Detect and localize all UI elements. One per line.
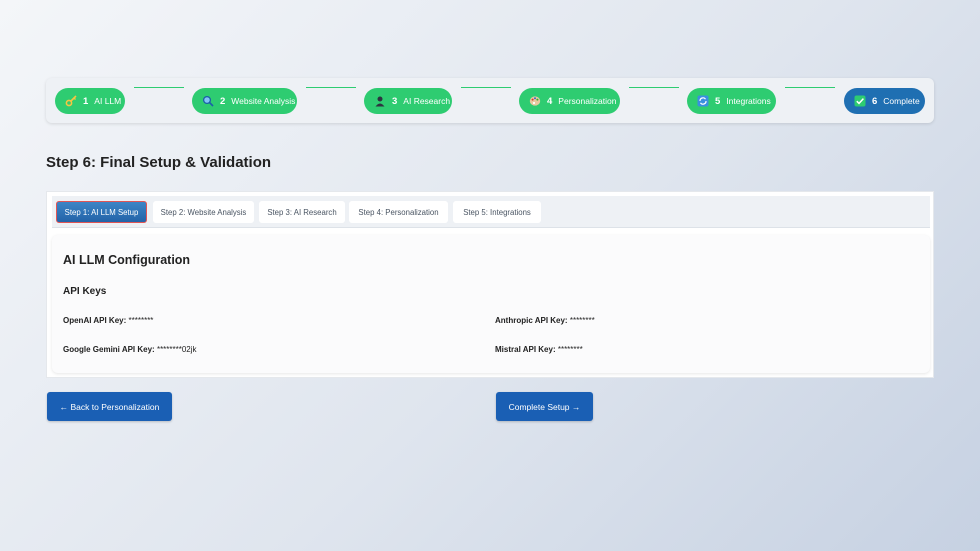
config-card: AI LLM Configuration API Keys OpenAI API…	[52, 235, 930, 373]
anthropic-key-row: Anthropic API Key: ********	[495, 316, 595, 325]
step-connector	[461, 87, 511, 88]
step-label: Website Analysis	[231, 96, 296, 106]
tab-website-analysis[interactable]: Step 2: Website Analysis	[153, 201, 254, 223]
back-to-personalization-button[interactable]: ← Back to Personalization	[47, 392, 172, 421]
step-connector	[134, 87, 184, 88]
step-number: 5	[715, 95, 721, 107]
step-connector	[629, 87, 679, 88]
anthropic-key-label: Anthropic API Key:	[495, 316, 568, 325]
api-keys-heading: API Keys	[63, 286, 107, 297]
step-label: AI LLM	[94, 96, 122, 106]
step-ai-research[interactable]: 3 AI Research	[364, 88, 452, 114]
tab-bar: Step 1: AI LLM Setup Step 2: Website Ana…	[52, 196, 930, 228]
step-label: AI Research	[403, 96, 451, 106]
tab-personalization[interactable]: Step 4: Personalization	[349, 201, 448, 223]
person-icon	[374, 95, 386, 107]
step-label: Complete	[883, 96, 920, 106]
step-number: 6	[872, 95, 878, 107]
gemini-key-value: ********02jk	[156, 345, 197, 354]
step-number: 4	[547, 95, 553, 107]
mistral-key-row: Mistral API Key: ********	[495, 345, 583, 354]
mistral-key-label: Mistral API Key:	[495, 345, 556, 354]
tab-ai-research[interactable]: Step 3: AI Research	[259, 201, 345, 223]
step-personalization[interactable]: 4 Personalization	[519, 88, 620, 114]
gemini-key-row: Google Gemini API Key: ********02jk	[63, 345, 197, 354]
openai-key-label: OpenAI API Key:	[63, 316, 127, 325]
magnifier-icon	[202, 95, 214, 107]
step-connector	[306, 87, 356, 88]
anthropic-key-value: ********	[569, 316, 595, 325]
tab-panel: Step 1: AI LLM Setup Step 2: Website Ana…	[46, 191, 934, 378]
checkmark-icon	[854, 95, 866, 107]
key-icon	[65, 95, 77, 107]
progress-stepper: 1 AI LLM 2 Website Analysis 3 AI Researc…	[46, 78, 934, 123]
step-website-analysis[interactable]: 2 Website Analysis	[192, 88, 297, 114]
step-label: Integrations	[726, 96, 771, 106]
mistral-key-value: ********	[557, 345, 583, 354]
tab-integrations[interactable]: Step 5: Integrations	[453, 201, 541, 223]
step-number: 3	[392, 95, 398, 107]
sync-icon	[697, 95, 709, 107]
step-complete[interactable]: 6 Complete	[844, 88, 925, 114]
gemini-key-label: Google Gemini API Key:	[63, 345, 155, 354]
step-number: 1	[83, 95, 89, 107]
step-number: 2	[220, 95, 226, 107]
step-ai-llm[interactable]: 1 AI LLM	[55, 88, 125, 114]
config-title: AI LLM Configuration	[63, 253, 191, 267]
complete-setup-button[interactable]: Complete Setup →	[496, 392, 593, 421]
openai-key-value: ********	[128, 316, 154, 325]
page-title: Step 6: Final Setup & Validation	[46, 154, 272, 171]
step-label: Personalization	[558, 96, 617, 106]
step-connector	[785, 87, 835, 88]
palette-icon	[529, 95, 541, 107]
step-integrations[interactable]: 5 Integrations	[687, 88, 776, 114]
tab-ai-llm-setup[interactable]: Step 1: AI LLM Setup	[56, 201, 147, 223]
openai-key-row: OpenAI API Key: ********	[63, 316, 153, 325]
